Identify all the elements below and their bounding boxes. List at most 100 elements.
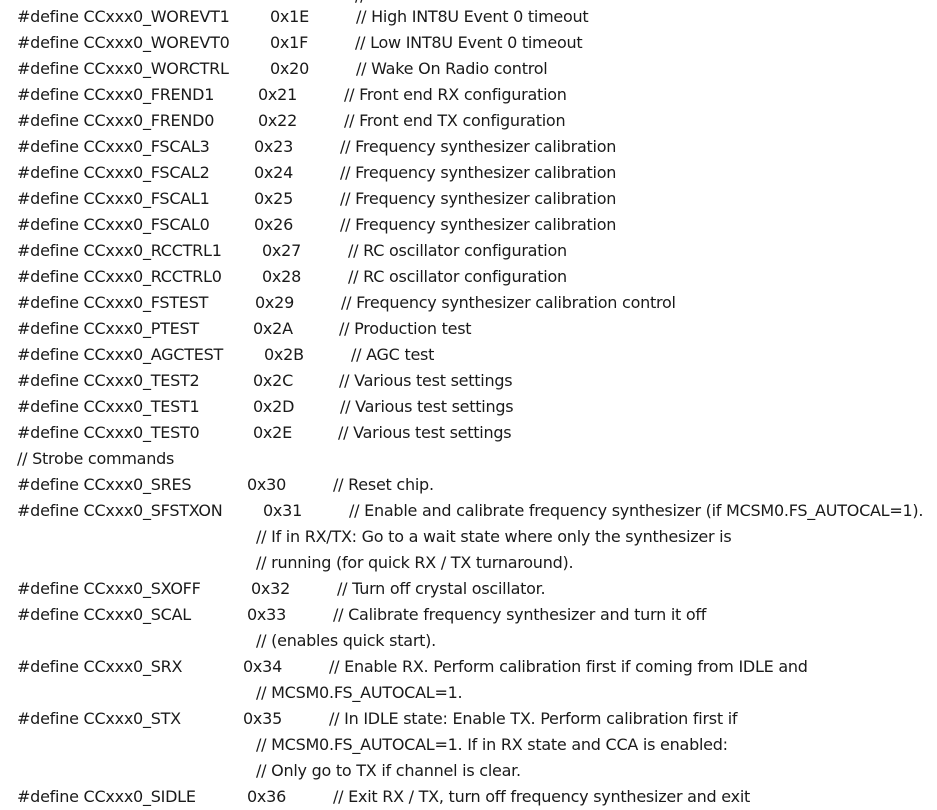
define-value: 0x1E — [270, 7, 309, 26]
define-comment: // Various test settings — [338, 423, 512, 442]
code-line: #define CCxxx0_FSCAL0 0x26 // Frequency … — [0, 212, 937, 238]
code-line: #define CCxxx0_SXOFF 0x32 // Turn off cr… — [0, 576, 937, 602]
continuation-comment: // MCSM0.FS_AUTOCAL=1. If in RX state an… — [256, 735, 728, 754]
define-comment: // Frequency synthesizer calibration — [340, 215, 617, 234]
define-name: #define CCxxx0_WOREVT1 — [17, 7, 230, 26]
define-name: #define CCxxx0_TEST2 — [17, 371, 200, 390]
define-comment: // Enable and calibrate frequency synthe… — [349, 501, 924, 520]
define-comment: // Turn off crystal oscillator. — [337, 579, 546, 598]
define-comment: // Front end RX configuration — [344, 85, 567, 104]
define-value: 0x2D — [253, 397, 295, 416]
define-name: #define CCxxx0_STX — [17, 709, 181, 728]
define-value: 0x2B — [264, 345, 304, 364]
code-line: #define CCxxx0_FSCAL1 0x25 // Frequency … — [0, 186, 937, 212]
code-line-continuation: // MCSM0.FS_AUTOCAL=1. — [0, 680, 937, 706]
define-name: #define CCxxx0_FSCAL0 — [17, 215, 210, 234]
continuation-comment: // running (for quick RX / TX turnaround… — [256, 553, 574, 572]
define-name: #define CCxxx0_SRX — [17, 657, 183, 676]
code-line-continuation: // running (for quick RX / TX turnaround… — [0, 550, 937, 576]
define-comment: // Frequency synthesizer calibration con… — [341, 293, 676, 312]
define-comment: // Various test settings — [340, 397, 514, 416]
define-value: 0x30 — [247, 475, 287, 494]
define-value: 0x32 — [251, 579, 291, 598]
define-name: #define CCxxx0_FREND0 — [17, 111, 215, 130]
define-name: #define CCxxx0_FSTEST — [17, 293, 209, 312]
define-name: #define CCxxx0_SCAL — [17, 605, 191, 624]
define-name: #define CCxxx0_SIDLE — [17, 787, 196, 806]
define-value: 0x27 — [262, 241, 302, 260]
code-line: #define CCxxx0_TEST1 0x2D // Various tes… — [0, 394, 937, 420]
define-name: #define CCxxx0_SXOFF — [17, 579, 201, 598]
define-comment: // In IDLE state: Enable TX. Perform cal… — [329, 709, 738, 728]
define-comment: // Enable RX. Perform calibration first … — [329, 657, 808, 676]
code-line-section-comment: // Strobe commands — [0, 446, 937, 472]
continuation-comment: // Only go to TX if channel is clear. — [256, 761, 521, 780]
define-value: 0x20 — [270, 59, 310, 78]
code-line: #define CCxxx0_FREND0 0x22 // Front end … — [0, 108, 937, 134]
code-line: #define CCxxx0_AGCTEST 0x2B // AGC test — [0, 342, 937, 368]
code-line: #define CCxxx0_FSTEST 0x29 // Frequency … — [0, 290, 937, 316]
define-value: 0x33 — [247, 605, 287, 624]
define-comment: // Exit RX / TX, turn off frequency synt… — [333, 787, 751, 806]
define-name: #define CCxxx0_TEST1 — [17, 397, 200, 416]
code-line: #define CCxxx0_WORCTRL 0x20 // Wake On R… — [0, 56, 937, 82]
define-value: 0x26 — [254, 215, 294, 234]
code-line: #define CCxxx0_WOREVT0 0x1F // Low INT8U… — [0, 30, 937, 56]
define-name: #define CCxxx0_FSCAL1 — [17, 189, 210, 208]
code-line: #define CCxxx0_WOREVT1 0x1E // High INT8… — [0, 4, 937, 30]
code-line: #define CCxxx0_TEST0 0x2E // Various tes… — [0, 420, 937, 446]
define-value: 0x1F — [270, 33, 309, 52]
section-comment: // Strobe commands — [17, 449, 175, 468]
code-line: #define CCxxx0_STX 0x35 // In IDLE state… — [0, 706, 937, 732]
code-line-continuation: // MCSM0.FS_AUTOCAL=1. If in RX state an… — [0, 732, 937, 758]
define-value: 0x31 — [263, 501, 303, 520]
define-name: #define CCxxx0_FSCAL2 — [17, 163, 210, 182]
define-value: 0x2A — [253, 319, 293, 338]
define-name: #define CCxxx0_WORCTRL — [17, 59, 229, 78]
define-value: 0x22 — [258, 111, 298, 130]
define-comment: // Low INT8U Event 0 timeout — [355, 33, 583, 52]
define-comment: // Reset chip. — [333, 475, 434, 494]
define-comment: // RC oscillator configuration — [348, 267, 567, 286]
code-line: #define CCxxx0_FSCAL3 0x23 // Frequency … — [0, 134, 937, 160]
define-comment: // Calibrate frequency synthesizer and t… — [333, 605, 707, 624]
define-comment: // Frequency synthesizer calibration — [340, 163, 617, 182]
code-listing: // #define CCxxx0_WOREVT1 0x1E // High I… — [0, 0, 937, 806]
continuation-comment: // (enables quick start). — [256, 631, 436, 650]
code-line: #define CCxxx0_SFSTXON 0x31 // Enable an… — [0, 498, 937, 524]
define-comment: // High INT8U Event 0 timeout — [356, 7, 589, 26]
define-value: 0x28 — [262, 267, 302, 286]
define-comment: // Front end TX configuration — [344, 111, 566, 130]
define-name: #define CCxxx0_SFSTXON — [17, 501, 223, 520]
define-name: #define CCxxx0_WOREVT0 — [17, 33, 230, 52]
define-value: 0x35 — [243, 709, 283, 728]
define-value: 0x29 — [255, 293, 295, 312]
code-line: #define CCxxx0_SRX 0x34 // Enable RX. Pe… — [0, 654, 937, 680]
define-comment: // Production test — [339, 319, 472, 338]
code-line-continuation: // Only go to TX if channel is clear. — [0, 758, 937, 784]
define-name: #define CCxxx0_RCCTRL1 — [17, 241, 222, 260]
define-comment: // AGC test — [351, 345, 435, 364]
define-value: 0x36 — [247, 787, 287, 806]
define-name: #define CCxxx0_SRES — [17, 475, 192, 494]
code-line: #define CCxxx0_SCAL 0x33 // Calibrate fr… — [0, 602, 937, 628]
code-line: #define CCxxx0_SRES 0x30 // Reset chip. — [0, 472, 937, 498]
define-name: #define CCxxx0_TEST0 — [17, 423, 200, 442]
code-line: #define CCxxx0_FREND1 0x21 // Front end … — [0, 82, 937, 108]
code-line: #define CCxxx0_RCCTRL0 0x28 // RC oscill… — [0, 264, 937, 290]
define-value: 0x23 — [254, 137, 294, 156]
code-line: #define CCxxx0_TEST2 0x2C // Various tes… — [0, 368, 937, 394]
code-line: #define CCxxx0_FSCAL2 0x24 // Frequency … — [0, 160, 937, 186]
define-name: #define CCxxx0_AGCTEST — [17, 345, 224, 364]
define-value: 0x2E — [253, 423, 292, 442]
code-line: #define CCxxx0_PTEST 0x2A // Production … — [0, 316, 937, 342]
define-name: #define CCxxx0_FSCAL3 — [17, 137, 210, 156]
define-comment: // Wake On Radio control — [356, 59, 548, 78]
code-line-continuation: // If in RX/TX: Go to a wait state where… — [0, 524, 937, 550]
define-value: 0x34 — [243, 657, 283, 676]
define-name: #define CCxxx0_PTEST — [17, 319, 199, 338]
define-comment: // RC oscillator configuration — [348, 241, 567, 260]
define-comment: // Frequency synthesizer calibration — [340, 189, 617, 208]
code-line-continuation: // (enables quick start). — [0, 628, 937, 654]
code-line-partial-bottom: #define CCxxx0_SIDLE 0x36 // Exit RX / T… — [0, 784, 937, 810]
